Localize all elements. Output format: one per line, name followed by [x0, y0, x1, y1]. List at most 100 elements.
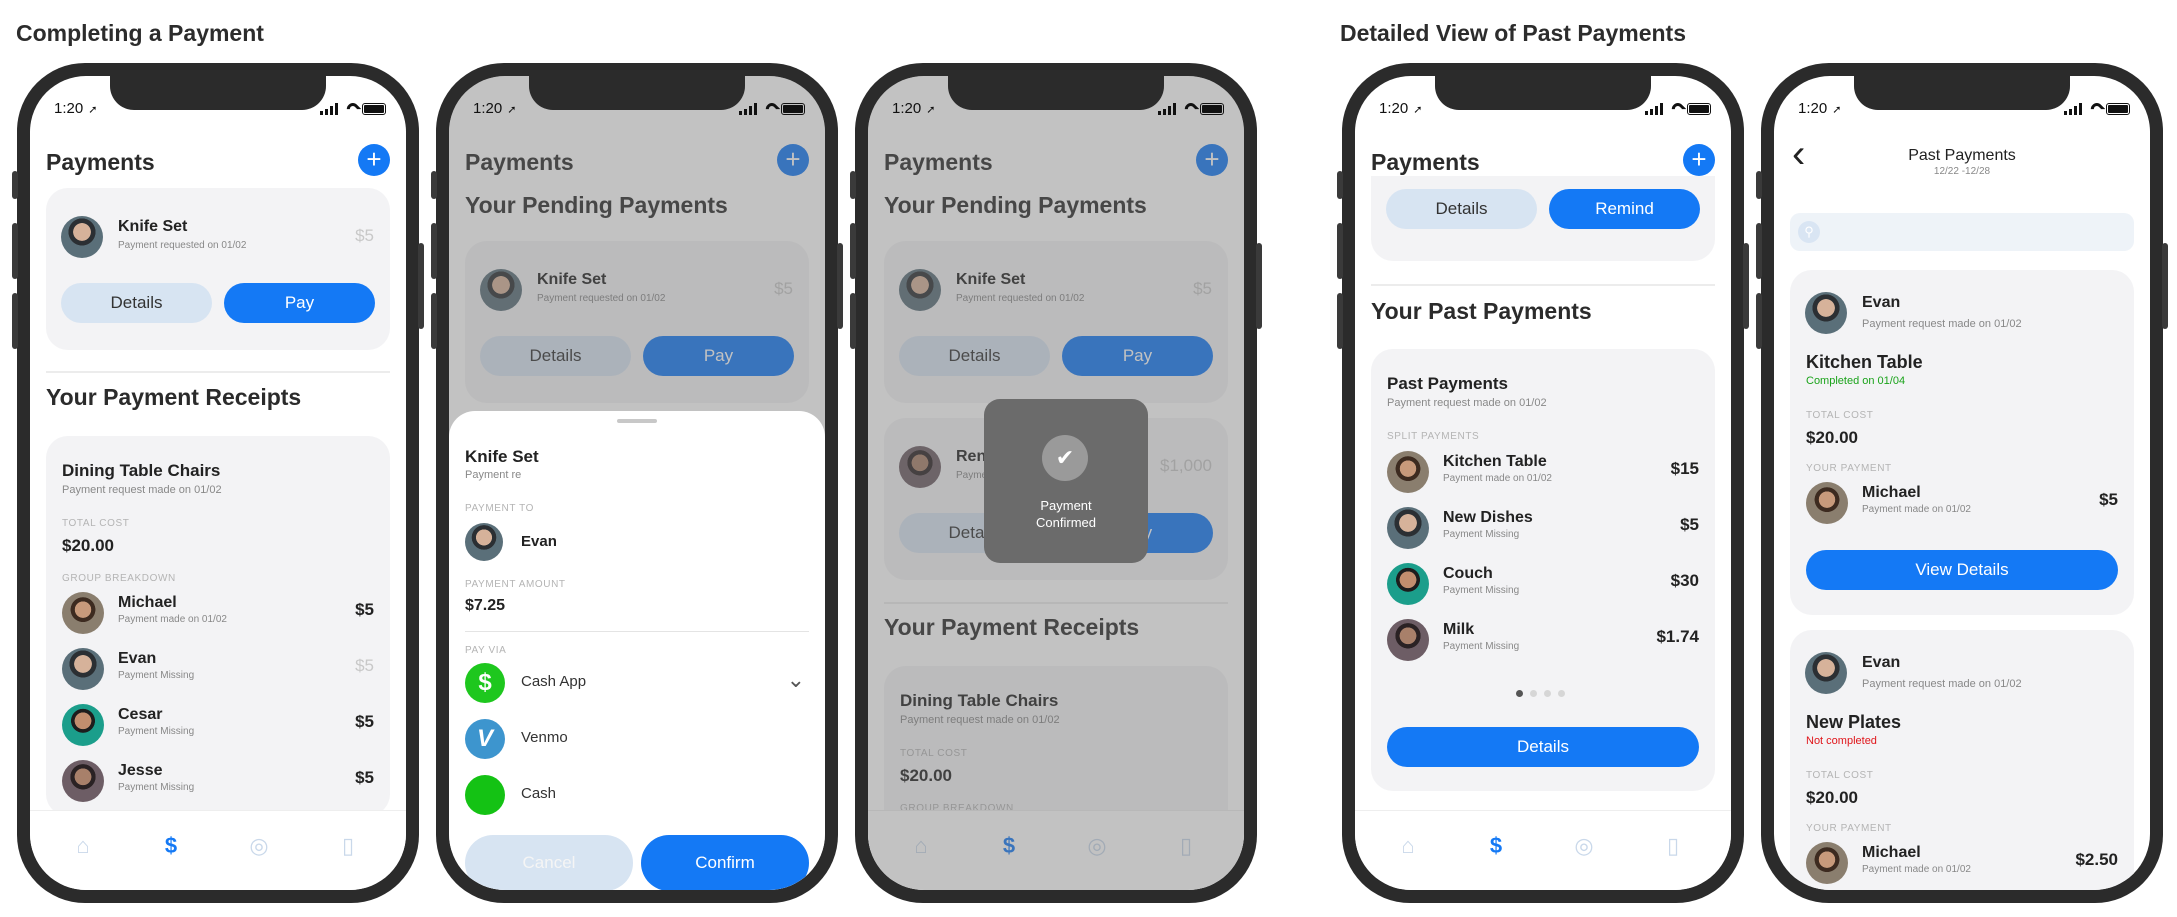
page-title: Payments [1371, 149, 1480, 175]
member-sub: Payment made on 01/02 [118, 614, 227, 625]
confirm-button[interactable]: Confirm [641, 835, 809, 890]
phone-confirmed: 1:20 ➚ Payments + Your Pending Payments K… [850, 63, 1262, 903]
split-label: SPLIT PAYMENTS [1387, 431, 1480, 442]
split-sub: Payment Missing [1443, 529, 1520, 540]
clock: 1:20 [1379, 100, 1409, 117]
split-amount: $5 [1680, 515, 1699, 534]
chevron-down-icon[interactable]: ⌄ [787, 667, 805, 693]
item-amount: $5 [355, 226, 374, 245]
notch [1854, 76, 2070, 110]
member-sub: Payment Missing [118, 782, 195, 793]
member-name: Cesar [118, 706, 163, 723]
past-payments-card: Past Payments Payment request made on 01… [1371, 349, 1715, 791]
signal-icon [2064, 103, 2082, 115]
pay-option-venmo[interactable]: V Venmo [449, 715, 825, 765]
list-item[interactable]: Jesse Payment Missing $5 [46, 756, 390, 806]
payments-icon[interactable]: $ [158, 833, 184, 859]
member-amount: $5 [355, 712, 374, 731]
sheet-sub: Payment re [465, 469, 522, 481]
circle-icon[interactable]: ◎ [1571, 833, 1597, 859]
home-icon[interactable]: ⌂ [1395, 833, 1421, 859]
split-name: Milk [1443, 621, 1475, 638]
add-payment-button[interactable]: + [1683, 144, 1715, 176]
avatar [1387, 563, 1429, 605]
not-completed-status: Not completed [1806, 735, 1877, 747]
receipt-card: Dining Table Chairs Payment request made… [46, 436, 390, 816]
cash-app-icon: $ [465, 663, 505, 703]
clock: 1:20 [54, 100, 84, 117]
payment-amount: $7.25 [465, 597, 506, 614]
list-item[interactable]: Couch Payment Missing $30 [1371, 559, 1715, 609]
avatar [1805, 292, 1847, 334]
battery-icon [1687, 103, 1711, 115]
phone-pay-sheet: 1:20 ➚ Payments + Your Pending Payments K… [431, 63, 843, 903]
item-name: New Plates [1806, 712, 1902, 732]
list-item[interactable]: Cesar Payment Missing $5 [46, 700, 390, 750]
list-item[interactable]: Michael Payment made on 01/02 $2.50 [1790, 838, 2134, 888]
screen: 1:20 ➚ Payments + Details Remind Your Pas… [1355, 76, 1731, 890]
receipt-icon[interactable]: ▯ [1660, 833, 1686, 859]
page-indicator[interactable] [1516, 690, 1565, 697]
signal-icon [1645, 103, 1663, 115]
pay-button[interactable]: Pay [224, 283, 375, 323]
completed-status: Completed on 01/04 [1806, 375, 1906, 387]
payer-sub: Payment made on 01/02 [1862, 504, 1971, 515]
total-value: $20.00 [1806, 428, 1858, 447]
group-label: GROUP BREAKDOWN [62, 573, 176, 584]
circle-icon[interactable]: ◎ [246, 833, 272, 859]
home-icon[interactable]: ⌂ [70, 833, 96, 859]
location-icon: ➚ [507, 104, 517, 116]
notch [110, 76, 326, 110]
view-details-button[interactable]: View Details [1806, 550, 2118, 590]
avatar [1387, 507, 1429, 549]
remind-button[interactable]: Remind [1549, 189, 1700, 229]
details-button[interactable]: Details [61, 283, 212, 323]
clock: 1:20 [473, 100, 503, 117]
member-name: Michael [118, 594, 177, 611]
avatar [1387, 619, 1429, 661]
divider [1371, 284, 1715, 286]
divider [465, 631, 809, 632]
cancel-button[interactable]: Cancel [465, 835, 633, 890]
your-payment-label: YOUR PAYMENT [1806, 463, 1892, 474]
payer-name: Michael [1862, 484, 1921, 501]
list-item[interactable]: New Dishes Payment Missing $5 [1371, 503, 1715, 553]
signal-icon [739, 103, 757, 115]
requester-name: Evan [1862, 654, 1901, 671]
avatar [62, 648, 104, 690]
split-name: New Dishes [1443, 509, 1533, 526]
your-payment-label: YOUR PAYMENT [1806, 823, 1892, 834]
receipt-icon[interactable]: ▯ [335, 833, 361, 859]
avatar [62, 592, 104, 634]
avatar [62, 704, 104, 746]
wifi-icon [1182, 100, 1200, 118]
card-sub: Payment request made on 01/02 [1387, 397, 1547, 409]
pay-option-cash[interactable]: Cash [449, 771, 825, 821]
list-item[interactable]: Kitchen Table Payment made on 01/02 $15 [1371, 447, 1715, 497]
clock: 1:20 [1798, 100, 1828, 117]
search-input[interactable]: ⚲ [1790, 213, 2134, 251]
add-payment-button[interactable]: + [358, 144, 390, 176]
details-button[interactable]: Details [1386, 189, 1537, 229]
phone-past-payments-detail: 1:20 ➚ ‹ Past Payments 12/22 -12/28 ⚲ Eva… [1756, 63, 2168, 903]
avatar [1805, 652, 1847, 694]
list-item[interactable]: Evan Payment Missing $5 [46, 644, 390, 694]
split-sub: Payment Missing [1443, 641, 1520, 652]
split-amount: $1.74 [1656, 627, 1699, 646]
battery-icon [2106, 103, 2130, 115]
sheet-handle[interactable] [617, 419, 657, 423]
location-icon: ➚ [88, 104, 98, 116]
item-sub: Payment requested on 01/02 [118, 240, 247, 251]
member-sub: Payment Missing [118, 670, 195, 681]
signal-icon [1158, 103, 1176, 115]
clock: 1:20 [892, 100, 922, 117]
list-item[interactable]: Michael Payment made on 01/02 $5 [1790, 478, 2134, 528]
payee-name: Evan [521, 533, 557, 550]
list-item[interactable]: Michael Payment made on 01/02 $5 [46, 588, 390, 638]
payments-icon[interactable]: $ [1483, 833, 1509, 859]
item-name: Kitchen Table [1806, 352, 1923, 372]
wifi-icon [763, 100, 781, 118]
pay-option-cash-app[interactable]: $ Cash App ⌄ [449, 659, 825, 709]
details-button[interactable]: Details [1387, 727, 1699, 767]
list-item[interactable]: Milk Payment Missing $1.74 [1371, 615, 1715, 665]
